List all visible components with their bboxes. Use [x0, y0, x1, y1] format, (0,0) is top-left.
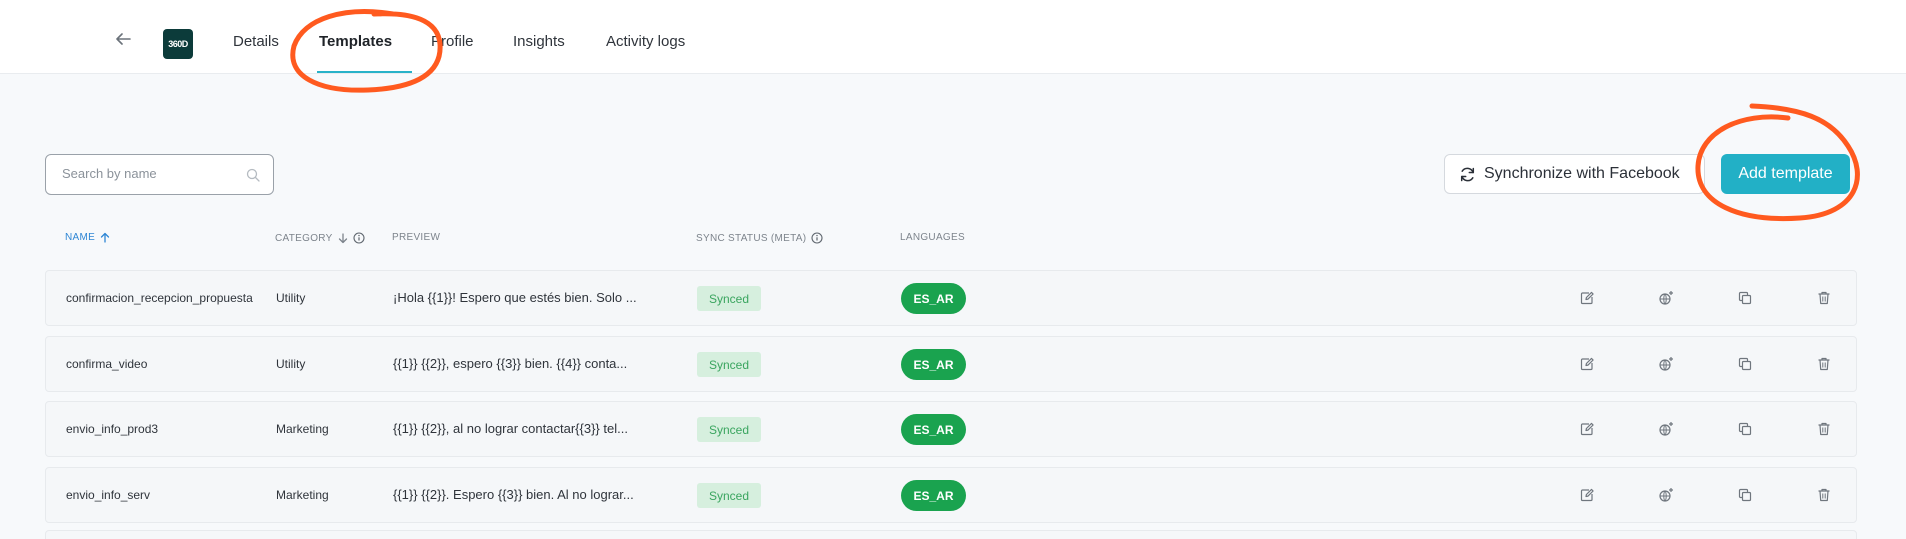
translate-icon[interactable]: [1658, 421, 1674, 437]
table-row[interactable]: envio_info_prod3 Marketing {{1}} {{2}}, …: [45, 401, 1857, 457]
trash-icon[interactable]: [1816, 356, 1832, 372]
search-icon: [246, 168, 260, 182]
add-template-button[interactable]: Add template: [1721, 154, 1850, 194]
tab-activity-logs[interactable]: Activity logs: [606, 33, 685, 50]
column-header-preview: Preview: [392, 232, 441, 243]
table-row-partial: [45, 530, 1857, 539]
copy-icon[interactable]: [1737, 487, 1753, 503]
tab-details[interactable]: Details: [233, 33, 279, 50]
tab-templates[interactable]: Templates: [319, 33, 392, 50]
template-category: Marketing: [276, 488, 329, 502]
search-input[interactable]: [62, 166, 237, 181]
translate-icon[interactable]: [1658, 487, 1674, 503]
template-preview: {{1}} {{2}}, espero {{3}} bien. {{4}} co…: [393, 356, 628, 371]
sort-up-icon: [100, 232, 110, 243]
column-header-category[interactable]: Category: [275, 232, 365, 244]
back-arrow-icon[interactable]: [114, 32, 132, 46]
active-tab-indicator: [317, 71, 412, 73]
template-preview: {{1}} {{2}}, al no lograr contactar{{3}}…: [393, 421, 628, 436]
sync-status-badge: Synced: [697, 483, 761, 508]
copy-icon[interactable]: [1737, 356, 1753, 372]
synchronize-facebook-button[interactable]: Synchronize with Facebook: [1444, 154, 1705, 194]
template-name: confirmacion_recepcion_propuesta: [66, 291, 253, 305]
language-badge[interactable]: ES_AR: [901, 480, 966, 511]
column-header-languages: Languages: [900, 232, 965, 243]
translate-icon[interactable]: [1658, 356, 1674, 372]
trash-icon[interactable]: [1816, 487, 1832, 503]
template-preview: {{1}} {{2}}. Espero {{3}} bien. Al no lo…: [393, 487, 634, 502]
app-logo: 360D: [163, 29, 193, 59]
template-name: confirma_video: [66, 357, 148, 371]
edit-icon[interactable]: [1579, 290, 1595, 306]
table-row[interactable]: confirmacion_recepcion_propuesta Utility…: [45, 270, 1857, 326]
edit-icon[interactable]: [1579, 421, 1595, 437]
table-row[interactable]: envio_info_serv Marketing {{1}} {{2}}. E…: [45, 467, 1857, 523]
copy-icon[interactable]: [1737, 421, 1753, 437]
template-category: Utility: [276, 357, 306, 371]
table-row[interactable]: confirma_video Utility {{1}} {{2}}, espe…: [45, 336, 1857, 392]
tab-profile[interactable]: Profile: [431, 33, 474, 50]
top-nav-bar: 360D Details Templates Profile Insights …: [0, 0, 1906, 74]
template-category: Marketing: [276, 422, 329, 436]
template-name: envio_info_serv: [66, 488, 151, 502]
info-icon: [353, 232, 365, 244]
tab-insights[interactable]: Insights: [513, 33, 565, 50]
language-badge[interactable]: ES_AR: [901, 349, 966, 380]
copy-icon[interactable]: [1737, 290, 1753, 306]
edit-icon[interactable]: [1579, 487, 1595, 503]
edit-icon[interactable]: [1579, 356, 1595, 372]
sort-down-icon: [338, 232, 347, 243]
trash-icon[interactable]: [1816, 290, 1832, 306]
search-box[interactable]: [45, 154, 274, 195]
sync-status-badge: Synced: [697, 286, 761, 311]
sync-status-badge: Synced: [697, 352, 761, 377]
column-header-name[interactable]: Name: [65, 232, 110, 243]
language-badge[interactable]: ES_AR: [901, 283, 966, 314]
template-preview: ¡Hola {{1}}! Espero que estés bien. Solo…: [393, 290, 637, 305]
template-name: envio_info_prod3: [66, 422, 159, 436]
info-icon: [811, 232, 823, 244]
column-header-sync-status: Sync status (META): [696, 232, 823, 244]
template-category: Utility: [276, 291, 306, 305]
translate-icon[interactable]: [1658, 290, 1674, 306]
sync-status-badge: Synced: [697, 417, 761, 442]
sync-button-label: Synchronize with Facebook: [1484, 165, 1680, 182]
trash-icon[interactable]: [1816, 421, 1832, 437]
sync-icon: [1460, 167, 1475, 181]
language-badge[interactable]: ES_AR: [901, 414, 966, 445]
